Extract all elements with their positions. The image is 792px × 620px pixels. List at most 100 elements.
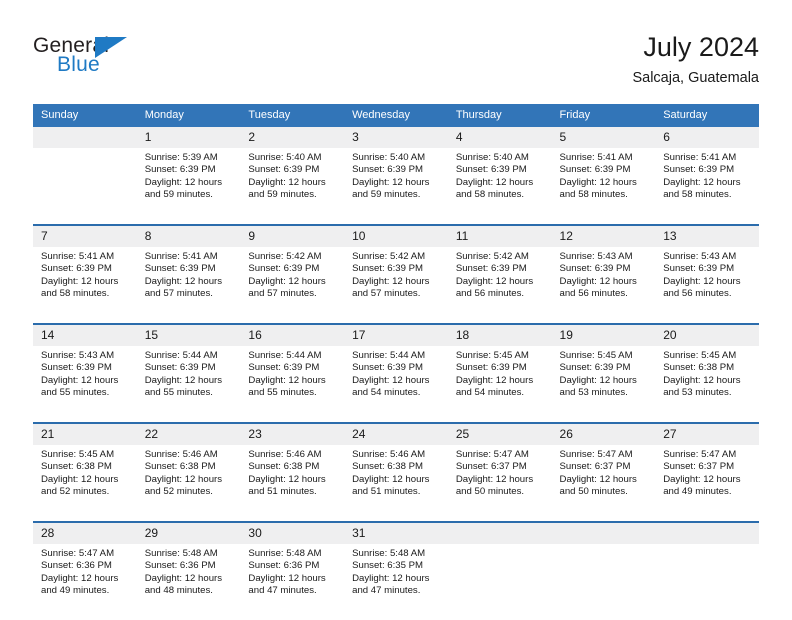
day-number[interactable]: 12 — [551, 224, 656, 247]
day-detail-line: Sunrise: 5:42 AM — [352, 251, 426, 262]
day-number[interactable]: 14 — [33, 323, 137, 346]
day-detail-line: Sunset: 6:39 PM — [144, 263, 216, 275]
day-detail-line: Sunset: 6:39 PM — [559, 362, 631, 374]
day-detail-line: Daylight: 12 hours — [144, 572, 223, 584]
day-cell[interactable]: Sunrise: 5:41 AM Sunset: 6:39 PM Daylight:… — [551, 148, 656, 225]
day-number[interactable]: 27 — [655, 422, 759, 445]
day-number[interactable]: 16 — [240, 323, 345, 346]
week-daynumber-row: 123456 — [33, 127, 759, 148]
day-cell[interactable]: Sunrise: 5:43 AM Sunset: 6:39 PM Daylight:… — [33, 346, 137, 423]
day-number[interactable]: 3 — [344, 127, 448, 148]
day-number[interactable]: 25 — [447, 422, 552, 445]
day-number[interactable]: 21 — [33, 422, 137, 445]
day-cell[interactable]: Sunrise: 5:47 AM Sunset: 6:37 PM Daylight:… — [447, 445, 552, 522]
day-cell[interactable]: Sunrise: 5:42 AM Sunset: 6:39 PM Daylight:… — [447, 247, 552, 324]
day-detail-line: Sunset: 6:39 PM — [41, 362, 112, 374]
day-detail-line: and 51 minutes. — [248, 486, 317, 498]
day-detail-line: Daylight: 12 hours — [352, 275, 430, 287]
day-detail-line: Sunset: 6:37 PM — [455, 461, 527, 473]
day-number[interactable]: 7 — [33, 224, 137, 247]
day-cell[interactable]: Sunrise: 5:46 AM Sunset: 6:38 PM Daylight:… — [136, 445, 241, 522]
day-number[interactable]: 11 — [447, 224, 552, 247]
day-cell[interactable]: Sunrise: 5:44 AM Sunset: 6:39 PM Daylight:… — [344, 346, 448, 423]
day-number[interactable]: 13 — [655, 224, 759, 247]
day-cell[interactable]: Sunrise: 5:45 AM Sunset: 6:38 PM Daylight:… — [655, 346, 759, 423]
day-detail-line: Daylight: 12 hours — [455, 473, 534, 485]
day-cell[interactable]: Sunrise: 5:47 AM Sunset: 6:36 PM Daylight:… — [33, 544, 137, 620]
day-detail-line: and 56 minutes. — [663, 288, 732, 300]
day-cell[interactable]: Sunrise: 5:48 AM Sunset: 6:35 PM Daylight:… — [344, 544, 448, 620]
day-cell[interactable]: Sunrise: 5:48 AM Sunset: 6:36 PM Daylight:… — [240, 544, 345, 620]
day-number[interactable]: 24 — [344, 422, 448, 445]
day-number[interactable]: 1 — [136, 127, 241, 148]
day-detail-line: Sunset: 6:38 PM — [663, 362, 735, 374]
day-cell[interactable]: Sunrise: 5:39 AM Sunset: 6:39 PM Daylight:… — [136, 148, 241, 225]
day-number[interactable]: 26 — [551, 422, 656, 445]
day-detail-line: Sunset: 6:39 PM — [248, 164, 320, 176]
day-detail-line: Sunrise: 5:45 AM — [41, 449, 115, 460]
day-cell[interactable]: Sunrise: 5:43 AM Sunset: 6:39 PM Daylight:… — [655, 247, 759, 324]
day-detail-line: Sunrise: 5:48 AM — [352, 548, 426, 559]
day-detail-line: and 48 minutes. — [144, 585, 213, 597]
day-cell[interactable]: Sunrise: 5:40 AM Sunset: 6:39 PM Daylight:… — [344, 148, 448, 225]
day-number[interactable]: 6 — [655, 127, 759, 148]
day-number[interactable]: 17 — [344, 323, 448, 346]
day-detail-line: Sunrise: 5:41 AM — [41, 251, 115, 262]
day-cell[interactable]: Sunrise: 5:45 AM Sunset: 6:39 PM Daylight:… — [551, 346, 656, 423]
day-detail-line: Daylight: 12 hours — [41, 572, 119, 584]
day-number[interactable]: 2 — [240, 127, 345, 148]
day-cell[interactable]: Sunrise: 5:48 AM Sunset: 6:36 PM Daylight:… — [136, 544, 241, 620]
day-detail-line: and 55 minutes. — [248, 387, 317, 399]
day-cell[interactable]: Sunrise: 5:42 AM Sunset: 6:39 PM Daylight:… — [240, 247, 345, 324]
day-cell[interactable]: Sunrise: 5:44 AM Sunset: 6:39 PM Daylight:… — [240, 346, 345, 423]
day-detail-line: Sunrise: 5:47 AM — [559, 449, 633, 460]
day-number[interactable]: 4 — [447, 127, 552, 148]
day-detail-line: and 58 minutes. — [455, 189, 525, 201]
day-number[interactable]: 28 — [33, 521, 137, 544]
day-cell-empty — [447, 544, 552, 620]
day-number[interactable]: 23 — [240, 422, 345, 445]
day-number[interactable]: 5 — [551, 127, 656, 148]
day-cell[interactable]: Sunrise: 5:45 AM Sunset: 6:38 PM Daylight:… — [33, 445, 137, 522]
day-cell[interactable]: Sunrise: 5:43 AM Sunset: 6:39 PM Daylight:… — [551, 247, 656, 324]
day-cell[interactable]: Sunrise: 5:42 AM Sunset: 6:39 PM Daylight:… — [344, 247, 448, 324]
day-detail-line: Daylight: 12 hours — [352, 473, 430, 485]
day-number[interactable]: 9 — [240, 224, 345, 247]
general-blue-logo[interactable]: General Blue — [33, 34, 163, 82]
day-detail-line: and 59 minutes. — [352, 189, 421, 201]
day-number[interactable]: 31 — [344, 521, 448, 544]
day-number[interactable]: 15 — [136, 323, 241, 346]
day-cell[interactable]: Sunrise: 5:46 AM Sunset: 6:38 PM Daylight:… — [240, 445, 345, 522]
day-cell[interactable]: Sunrise: 5:41 AM Sunset: 6:39 PM Daylight:… — [136, 247, 241, 324]
day-cell[interactable]: Sunrise: 5:44 AM Sunset: 6:39 PM Daylight:… — [136, 346, 241, 423]
day-detail-line: Sunset: 6:38 PM — [41, 461, 112, 473]
day-detail-line: Daylight: 12 hours — [663, 176, 741, 188]
day-number[interactable]: 8 — [136, 224, 241, 247]
day-number[interactable]: 20 — [655, 323, 759, 346]
day-detail-line: and 52 minutes. — [144, 486, 213, 498]
day-cell[interactable]: Sunrise: 5:41 AM Sunset: 6:39 PM Daylight:… — [655, 148, 759, 225]
day-cell[interactable]: Sunrise: 5:40 AM Sunset: 6:39 PM Daylight:… — [447, 148, 552, 225]
day-cell[interactable]: Sunrise: 5:45 AM Sunset: 6:39 PM Daylight:… — [447, 346, 552, 423]
day-detail-line: Sunset: 6:38 PM — [248, 461, 320, 473]
day-number[interactable]: 10 — [344, 224, 448, 247]
day-number[interactable]: 30 — [240, 521, 345, 544]
day-detail-line: Sunrise: 5:40 AM — [352, 152, 426, 163]
week-daynumber-row: 14 15 16 17 18 19 20 — [33, 323, 759, 346]
day-cell[interactable]: Sunrise: 5:47 AM Sunset: 6:37 PM Daylight:… — [655, 445, 759, 522]
day-number[interactable]: 19 — [551, 323, 656, 346]
day-cell[interactable]: Sunrise: 5:41 AM Sunset: 6:39 PM Daylight:… — [33, 247, 137, 324]
day-detail-line: Sunset: 6:39 PM — [352, 164, 424, 176]
day-number[interactable]: 18 — [447, 323, 552, 346]
day-cell[interactable]: Sunrise: 5:40 AM Sunset: 6:39 PM Daylight:… — [240, 148, 345, 225]
day-detail-line: Daylight: 12 hours — [144, 176, 223, 188]
day-detail-line: Sunset: 6:39 PM — [455, 164, 527, 176]
day-cell[interactable]: Sunrise: 5:47 AM Sunset: 6:37 PM Daylight:… — [551, 445, 656, 522]
day-cell[interactable]: Sunrise: 5:46 AM Sunset: 6:38 PM Daylight:… — [344, 445, 448, 522]
day-detail-line: Sunset: 6:39 PM — [248, 263, 320, 275]
day-detail-line: Daylight: 12 hours — [248, 176, 326, 188]
day-number[interactable]: 22 — [136, 422, 241, 445]
day-detail-line: Sunset: 6:39 PM — [41, 263, 112, 275]
day-number[interactable]: 29 — [136, 521, 241, 544]
day-detail-line: and 59 minutes. — [144, 189, 213, 201]
